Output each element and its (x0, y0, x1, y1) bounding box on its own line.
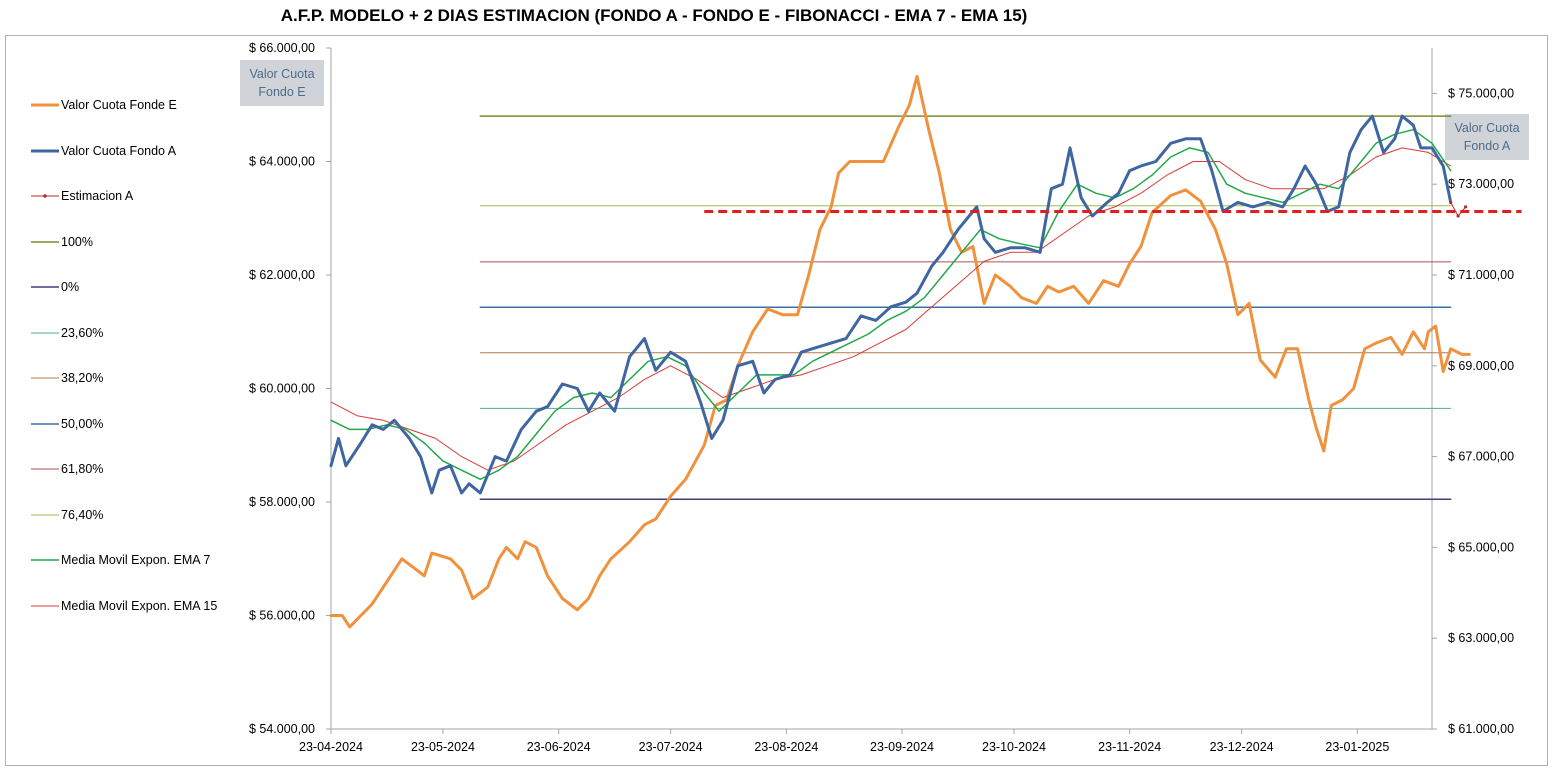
right-axis-tick-label: $ 71.000,00 (1448, 268, 1514, 282)
x-axis-tick-label: 23-08-2024 (754, 740, 818, 754)
left-axis-tick-label: $ 56.000,00 (249, 609, 315, 623)
x-axis-tick-label: 23-04-2024 (299, 740, 363, 754)
right-axis-tick-label: $ 65.000,00 (1448, 540, 1514, 554)
left-axis-tick-label: $ 58.000,00 (249, 495, 315, 509)
x-axis-tick-label: 23-09-2024 (870, 740, 934, 754)
right-axis-tick-label: $ 63.000,00 (1448, 631, 1514, 645)
left-axis-tick-label: $ 64.000,00 (249, 155, 315, 169)
x-axis-tick-label: 23-11-2024 (1098, 740, 1161, 754)
series-line-valor-cuota-fondo-a (329, 114, 1453, 495)
right-axis-tick-label: $ 73.000,00 (1448, 177, 1514, 191)
right-axis-tick-label: $ 61.000,00 (1448, 722, 1514, 736)
series-line-valor-cuota-fonde-e (329, 74, 1471, 629)
x-axis-tick-label: 23-01-2025 (1325, 740, 1389, 754)
x-axis-tick-label: 23-05-2024 (411, 740, 475, 754)
right-axis-tick-label: $ 69.000,00 (1448, 359, 1514, 373)
x-axis-tick-label: 23-10-2024 (982, 740, 1046, 754)
x-axis-tick-label: 23-06-2024 (527, 740, 591, 754)
left-axis-tick-label: $ 66.000,00 (249, 41, 315, 55)
estimation-marker (1456, 214, 1460, 218)
left-axis-tick-label: $ 60.000,00 (249, 382, 315, 396)
x-axis-tick-label: 23-07-2024 (639, 740, 703, 754)
left-axis-tick-label: $ 62.000,00 (249, 268, 315, 282)
series-line-estimacion-a (1450, 201, 1467, 217)
right-axis-tick-label: $ 67.000,00 (1448, 450, 1514, 464)
series-line-media-movil-expon-ema-15 (330, 147, 1452, 471)
x-axis-tick-label: 23-12-2024 (1210, 740, 1274, 754)
series-line-media-movil-expon-ema-7 (330, 128, 1452, 481)
plot-area: $ 54.000,00 $ 56.000,00 $ 58.000,00 $ 60.00… (249, 41, 1522, 754)
estimation-marker (1463, 205, 1468, 209)
estimation-marker (1449, 200, 1453, 204)
right-axis-tick-label: $ 75.000,00 (1448, 86, 1514, 100)
left-axis-tick-label: $ 54.000,00 (249, 722, 315, 736)
